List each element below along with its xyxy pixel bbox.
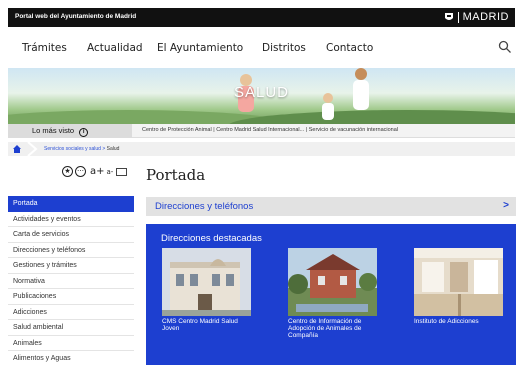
directory-bar[interactable]: Direcciones y teléfonos > <box>146 197 516 216</box>
main-nav: Trámites Actualidad El Ayuntamiento Dist… <box>22 38 512 60</box>
most-visited-text: Lo más visto <box>32 126 75 135</box>
most-visited-bar: Lo más visto i Centro de Protección Anim… <box>8 124 515 138</box>
sidebar-item-animales[interactable]: Animales <box>8 336 134 351</box>
madrid-logo[interactable]: MADRID <box>444 11 509 23</box>
nav-item-tramites[interactable]: Trámites <box>22 42 67 54</box>
brand-name: MADRID <box>462 11 509 23</box>
breadcrumb-trail: Servicios sociales y salud > Salud <box>44 146 119 152</box>
building-icon <box>288 248 377 316</box>
decrease-font-button[interactable]: a- <box>107 168 114 176</box>
card-image[interactable] <box>414 248 503 316</box>
card-image[interactable] <box>162 248 251 316</box>
breadcrumb-parent[interactable]: Servicios sociales y salud <box>44 146 101 152</box>
chevron-right-icon: > <box>503 200 509 211</box>
hero-title: SALUD <box>233 84 290 101</box>
sidebar-item-normativa[interactable]: Normativa <box>8 274 134 289</box>
sidebar-item-salud-ambiental[interactable]: Salud ambiental <box>8 320 134 336</box>
sidebar-item-adicciones[interactable]: Adicciones <box>8 305 134 320</box>
sidebar-item-direcciones[interactable]: Direcciones y teléfonos <box>8 243 134 258</box>
card-caption[interactable]: Instituto de Adicciones <box>414 318 503 325</box>
nav-item-distritos[interactable]: Distritos <box>262 42 306 54</box>
most-visited-links[interactable]: Centro de Protección Animal | Centro Mad… <box>142 127 398 133</box>
crest-icon <box>444 13 453 20</box>
sidebar-item-publicaciones[interactable]: Publicaciones <box>8 289 134 305</box>
breadcrumb: Servicios sociales y salud > Salud <box>8 142 515 156</box>
building-icon <box>414 248 503 316</box>
portal-label[interactable]: Portal web del Ayuntamiento de Madrid <box>15 13 136 20</box>
sidebar-item-portada[interactable]: Portada <box>8 196 134 212</box>
breadcrumb-current: Salud <box>106 146 120 152</box>
sidebar-item-carta-servicios[interactable]: Carta de servicios <box>8 227 134 243</box>
page-title: Portada <box>146 166 206 184</box>
increase-font-button[interactable]: a+ <box>90 166 105 177</box>
card-cms-joven[interactable]: CMS Centro Madrid Salud Joven <box>162 248 251 332</box>
nav-item-contacto[interactable]: Contacto <box>326 42 373 54</box>
sidebar-item-gestiones[interactable]: Gestiones y trámites <box>8 258 134 274</box>
home-icon[interactable] <box>12 144 22 154</box>
search-icon[interactable] <box>498 40 512 54</box>
card-caption[interactable]: CMS Centro Madrid Salud Joven <box>162 318 251 332</box>
logo-divider <box>457 11 459 23</box>
nav-item-actualidad[interactable]: Actualidad <box>87 42 143 54</box>
accessibility-tools: ★ ⋯ a+ a- <box>62 166 128 177</box>
most-visited-label[interactable]: Lo más visto i <box>8 124 132 138</box>
card-image[interactable] <box>288 248 377 316</box>
featured-title: Direcciones destacadas <box>161 233 262 244</box>
share-icon[interactable]: ⋯ <box>75 166 86 177</box>
directory-bar-label: Direcciones y teléfonos <box>155 201 254 212</box>
nav-item-ayuntamiento[interactable]: El Ayuntamiento <box>157 42 243 54</box>
sidebar: Portada Actividades y eventos Carta de s… <box>8 196 134 365</box>
building-icon <box>162 248 251 316</box>
top-bar: Portal web del Ayuntamiento de Madrid MA… <box>8 8 515 27</box>
card-adopcion-animales[interactable]: Centro de Información de Adopción de Ani… <box>288 248 377 339</box>
breadcrumb-arrow-icon <box>27 142 38 156</box>
card-instituto-adicciones[interactable]: Instituto de Adicciones <box>414 248 503 325</box>
info-icon[interactable]: i <box>79 128 89 137</box>
star-icon[interactable]: ★ <box>62 166 73 177</box>
sidebar-item-alimentos[interactable]: Alimentos y Aguas <box>8 351 134 365</box>
sidebar-item-actividades[interactable]: Actividades y eventos <box>8 212 134 227</box>
featured-directories: Direcciones destacadas CMS Centro Madrid… <box>146 224 516 365</box>
card-caption[interactable]: Centro de Información de Adopción de Ani… <box>288 318 377 339</box>
hero-banner: SALUD <box>8 68 515 124</box>
breadcrumb-sep: > <box>102 146 106 152</box>
print-icon[interactable] <box>116 167 128 176</box>
